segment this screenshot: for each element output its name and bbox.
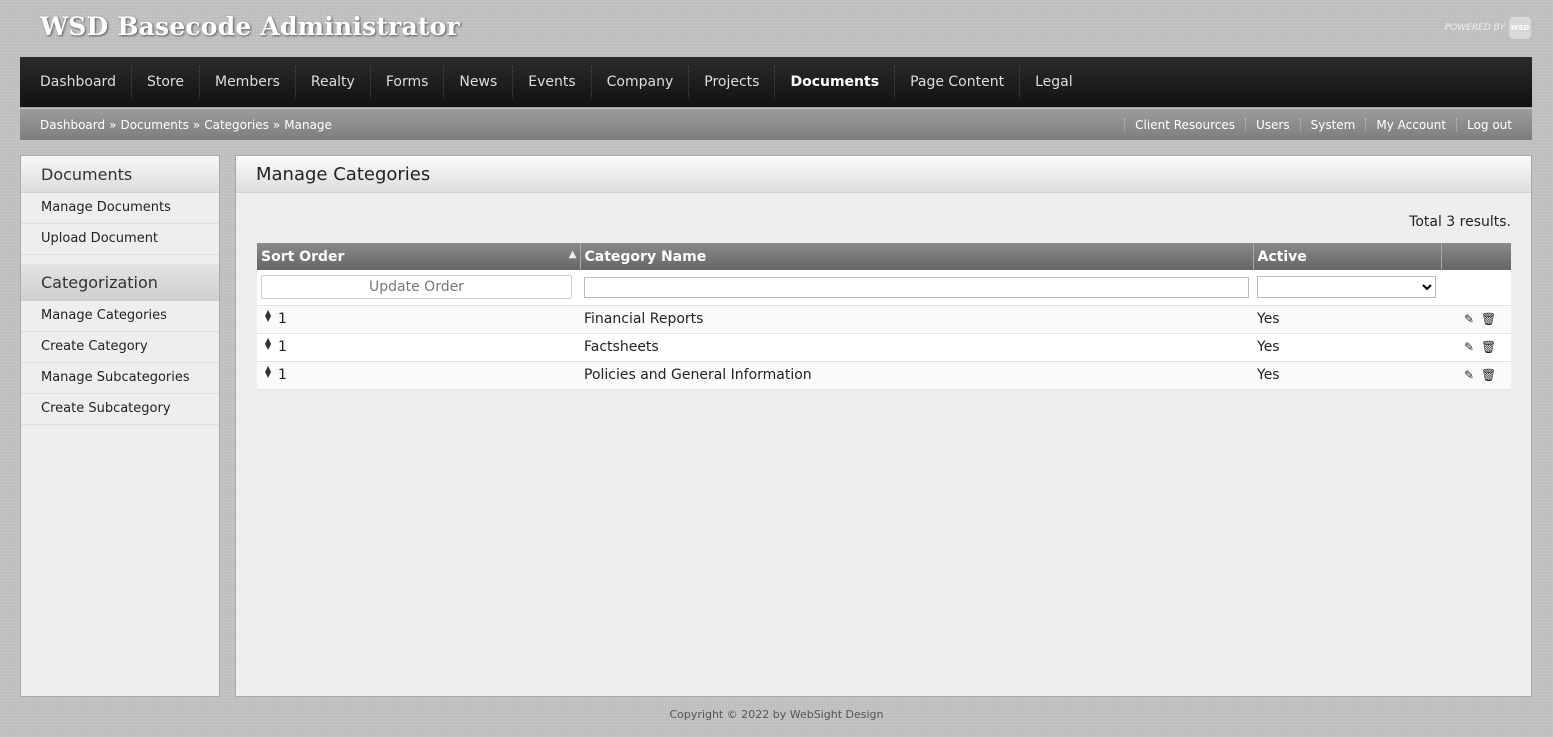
drag-handle-icon[interactable]: ▲ ▼: [265, 364, 271, 378]
results-total: Total 3 results.: [1409, 214, 1511, 230]
categories-table: Sort Order ▲ Category Name Active Update…: [257, 243, 1511, 390]
sort-order-cell: ▲ ▼ 1: [257, 333, 580, 362]
pencil-icon[interactable]: ✎: [1463, 368, 1475, 382]
trash-icon[interactable]: 🗑: [1481, 368, 1496, 382]
sort-order-value: 1: [278, 311, 287, 327]
powered-by: POWERED BY WSD: [1445, 17, 1531, 39]
column-sort-order-label: Sort Order: [261, 248, 345, 265]
filter-cell-actions: [1441, 270, 1511, 306]
nav-item-news[interactable]: News: [444, 66, 514, 98]
app-title: WSD Basecode Administrator: [40, 12, 460, 41]
nav-item-realty[interactable]: Realty: [296, 66, 371, 98]
category-name-cell: Financial Reports: [580, 305, 1253, 334]
filter-row: Update Order: [257, 270, 1511, 306]
sort-order-cell: ▲ ▼ 1: [257, 305, 580, 334]
category-name-cell: Factsheets: [580, 333, 1253, 362]
system-link[interactable]: System: [1299, 117, 1366, 132]
sort-order-value: 1: [278, 367, 287, 383]
footer-copyright: Copyright © 2022 by WebSight Design: [669, 708, 884, 721]
sidebar-item-create-category[interactable]: Create Category: [21, 332, 219, 363]
breadcrumb: Dashboard » Documents » Categories » Man…: [40, 118, 332, 132]
nav-item-forms[interactable]: Forms: [371, 66, 445, 98]
sub-bar: Dashboard » Documents » Categories » Man…: [20, 109, 1532, 140]
breadcrumb-separator: »: [272, 117, 281, 132]
active-cell: Yes: [1253, 361, 1441, 390]
filter-cell-sort: Update Order: [257, 270, 580, 306]
breadcrumb-dashboard[interactable]: Dashboard: [40, 118, 105, 132]
sort-asc-icon: ▲: [568, 248, 577, 260]
nav-item-projects[interactable]: Projects: [689, 66, 776, 98]
nav-item-company[interactable]: Company: [592, 66, 690, 98]
active-filter-select[interactable]: [1257, 276, 1436, 299]
users-link[interactable]: Users: [1245, 117, 1300, 132]
pencil-icon[interactable]: ✎: [1463, 340, 1475, 354]
sidebar-item-manage-documents[interactable]: Manage Documents: [21, 193, 219, 224]
nav-item-page-content[interactable]: Page Content: [895, 66, 1021, 98]
main-panel: Manage Categories Total 3 results. Sort …: [235, 155, 1532, 697]
sidebar-item-upload-document[interactable]: Upload Document: [21, 224, 219, 255]
category-name-filter-input[interactable]: [584, 276, 1249, 298]
table-row: ▲ ▼ 1 Factsheets Yes ✎ 🗑: [257, 333, 1511, 362]
table-header-row: Sort Order ▲ Category Name Active: [257, 243, 1511, 270]
nav-item-store[interactable]: Store: [132, 66, 200, 98]
breadcrumb-documents[interactable]: Documents: [120, 118, 188, 132]
column-active[interactable]: Active: [1253, 243, 1442, 270]
column-actions: [1441, 243, 1511, 270]
sort-order-cell: ▲ ▼ 1: [257, 361, 580, 390]
actions-cell: ✎ 🗑: [1441, 333, 1511, 362]
filter-cell-active: [1253, 270, 1441, 306]
column-category-name[interactable]: Category Name: [580, 243, 1254, 270]
trash-icon[interactable]: 🗑: [1481, 340, 1496, 354]
active-cell: Yes: [1253, 333, 1441, 362]
drag-handle-icon[interactable]: ▲ ▼: [265, 308, 271, 322]
nav-item-members[interactable]: Members: [200, 66, 296, 98]
actions-cell: ✎ 🗑: [1441, 305, 1511, 334]
pencil-icon[interactable]: ✎: [1463, 312, 1475, 326]
column-sort-order[interactable]: Sort Order ▲: [257, 243, 581, 270]
breadcrumb-separator: »: [192, 117, 201, 132]
breadcrumb-manage: Manage: [284, 117, 332, 132]
utility-links: Client Resources Users System My Account…: [1124, 117, 1512, 132]
nav-item-events[interactable]: Events: [513, 66, 592, 98]
client-resources-link[interactable]: Client Resources: [1124, 117, 1245, 132]
table-row: ▲ ▼ 1 Financial Reports Yes ✎ 🗑: [257, 305, 1511, 334]
nav-item-dashboard[interactable]: Dashboard: [25, 66, 132, 98]
logout-link[interactable]: Log out: [1456, 117, 1512, 132]
filter-cell-name: [580, 270, 1253, 306]
drag-handle-icon[interactable]: ▲ ▼: [265, 336, 271, 350]
page-title: Manage Categories: [236, 156, 1531, 193]
category-name-cell: Policies and General Information: [580, 361, 1253, 390]
table-row: ▲ ▼ 1 Policies and General Information Ye…: [257, 361, 1511, 390]
wsd-logo: WSD: [1509, 17, 1531, 39]
breadcrumb-categories[interactable]: Categories: [204, 118, 269, 132]
sidebar-item-manage-categories[interactable]: Manage Categories: [21, 301, 219, 332]
top-navigation: Dashboard Store Members Realty Forms New…: [20, 57, 1532, 108]
my-account-link[interactable]: My Account: [1365, 117, 1456, 132]
nav-item-documents[interactable]: Documents: [775, 66, 896, 98]
actions-cell: ✎ 🗑: [1441, 361, 1511, 390]
nav-item-legal[interactable]: Legal: [1020, 66, 1088, 98]
sidebar-item-create-subcategory[interactable]: Create Subcategory: [21, 394, 219, 425]
sort-order-value: 1: [278, 339, 287, 355]
sidebar-item-manage-subcategories[interactable]: Manage Subcategories: [21, 363, 219, 394]
powered-by-label: POWERED BY: [1444, 23, 1505, 33]
active-cell: Yes: [1253, 305, 1441, 334]
sidebar: Documents Manage Documents Upload Docume…: [20, 155, 220, 697]
trash-icon[interactable]: 🗑: [1481, 312, 1496, 326]
breadcrumb-separator: »: [109, 117, 117, 132]
sidebar-heading-categorization: Categorization: [21, 264, 219, 301]
update-order-button[interactable]: Update Order: [261, 275, 572, 300]
sidebar-heading-documents: Documents: [21, 156, 219, 193]
